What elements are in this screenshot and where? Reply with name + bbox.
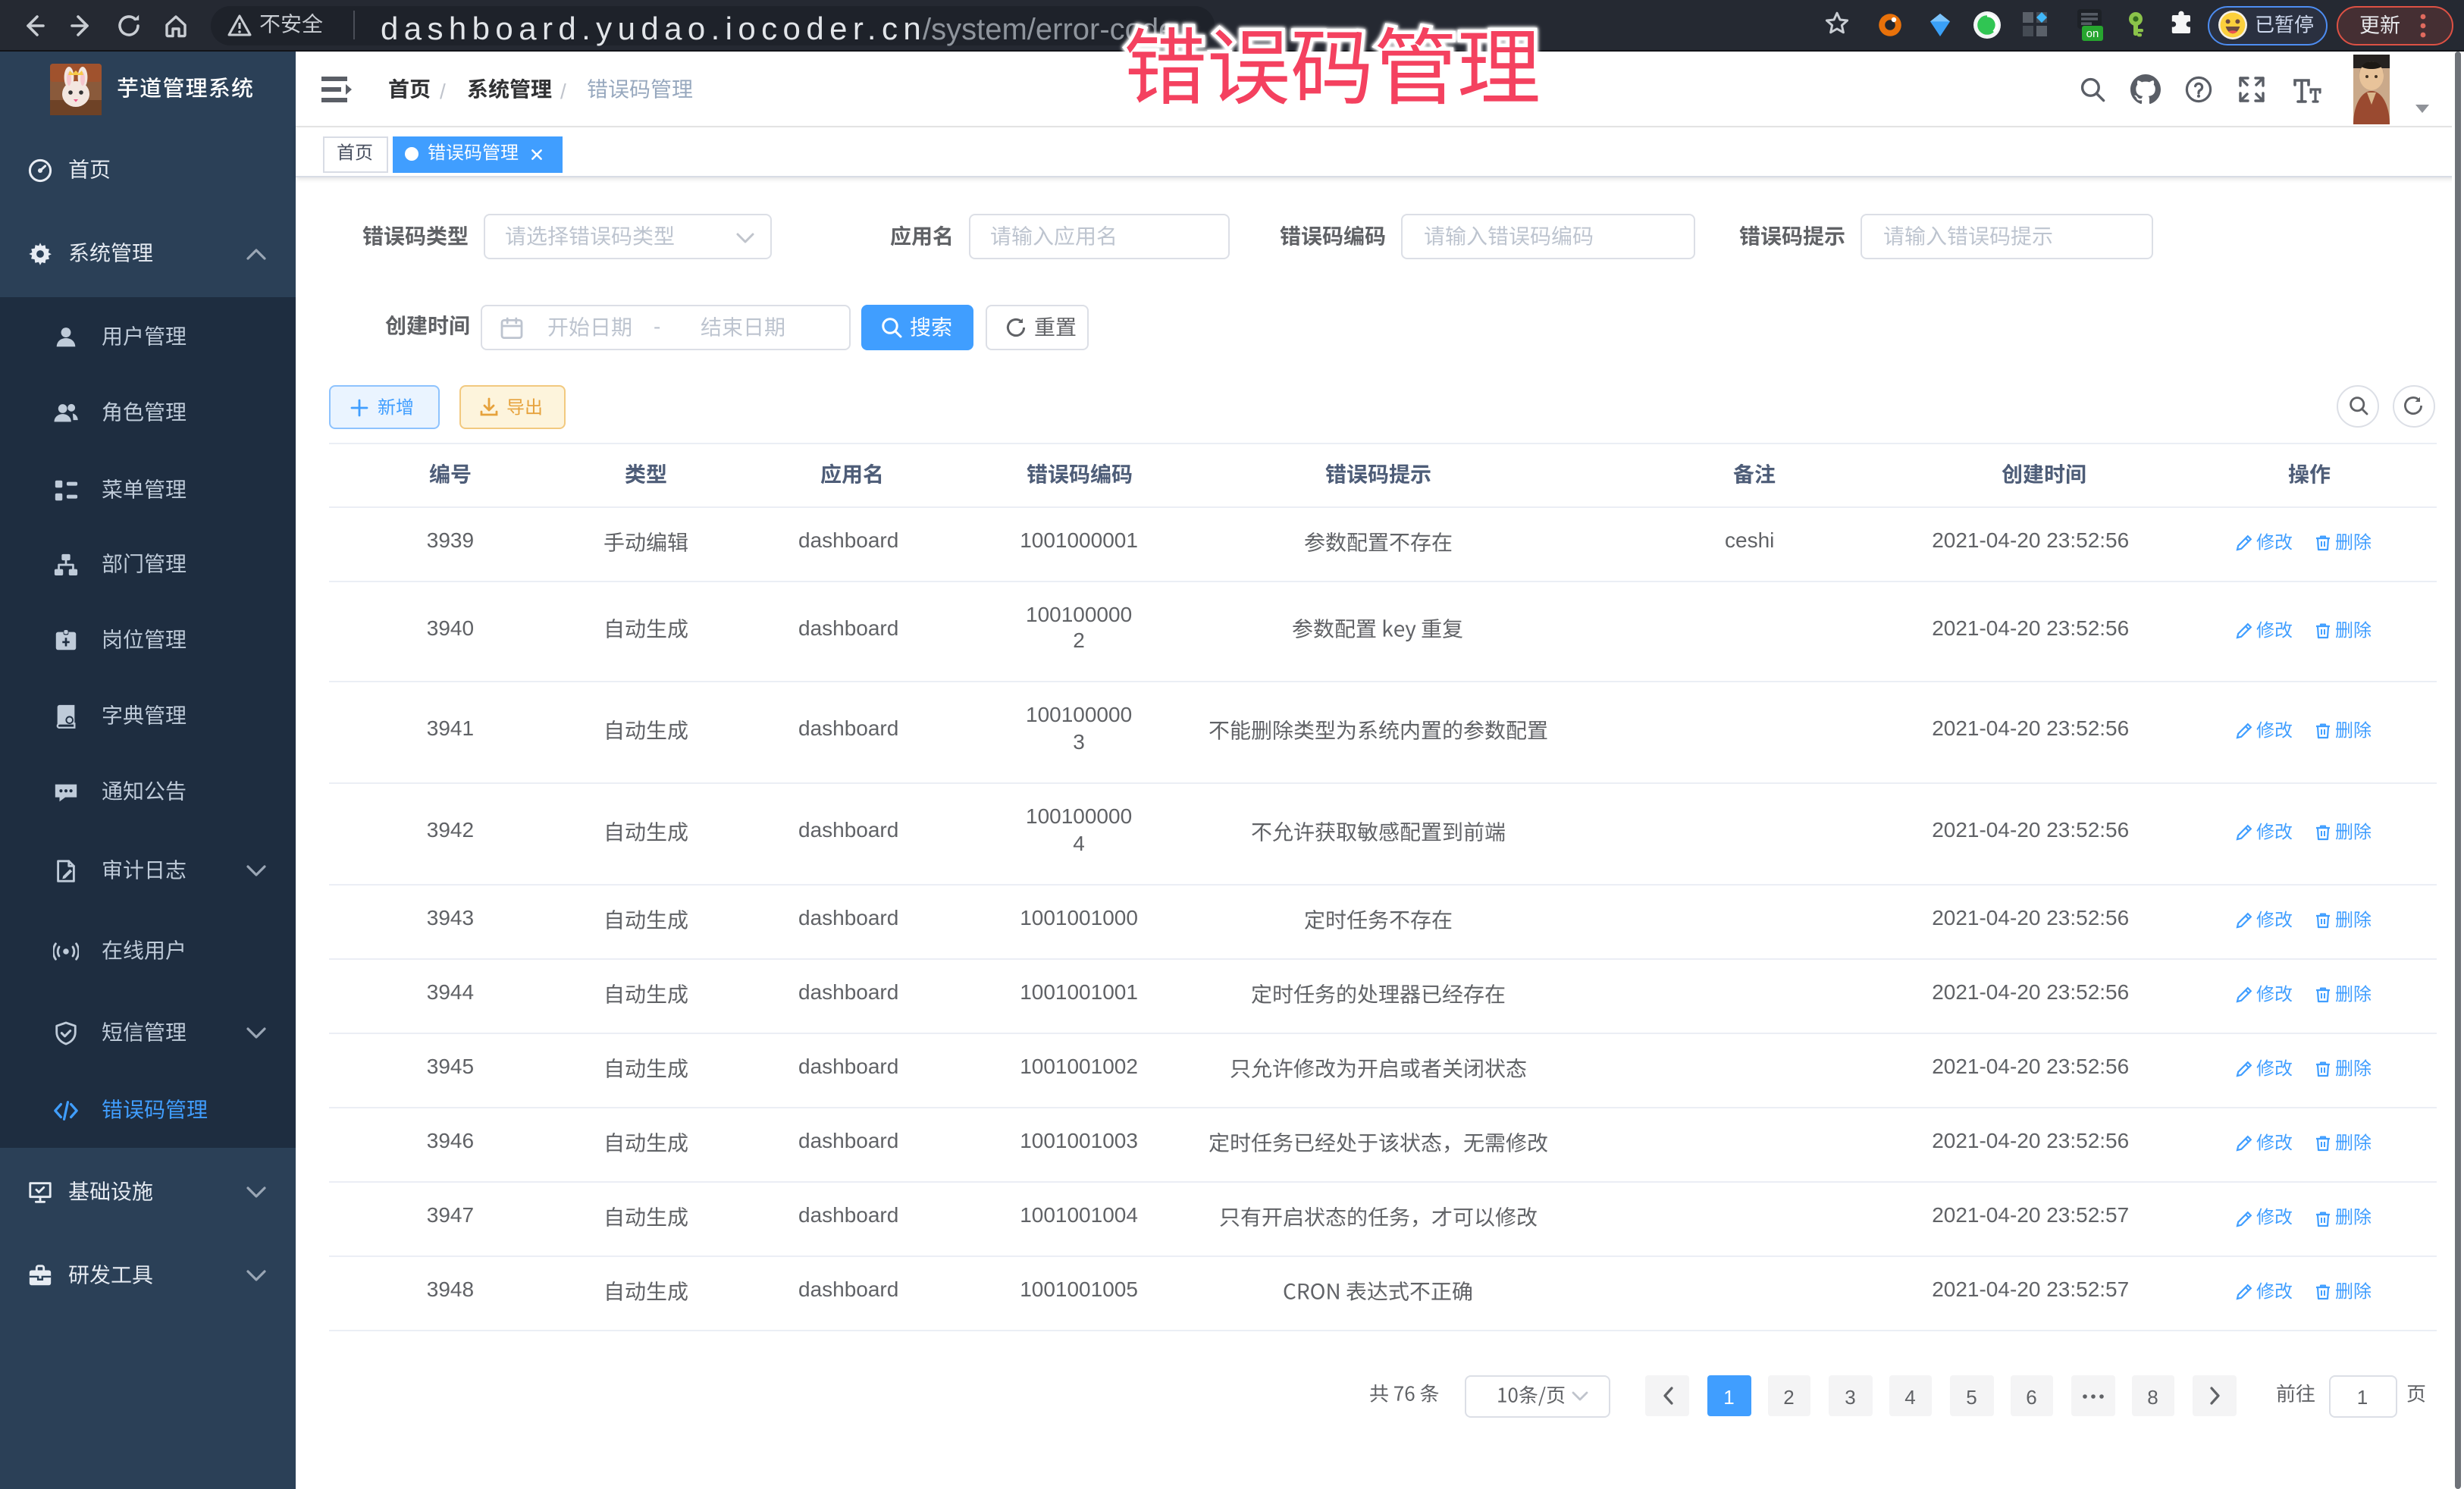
svg-text:on: on xyxy=(2086,27,2099,40)
